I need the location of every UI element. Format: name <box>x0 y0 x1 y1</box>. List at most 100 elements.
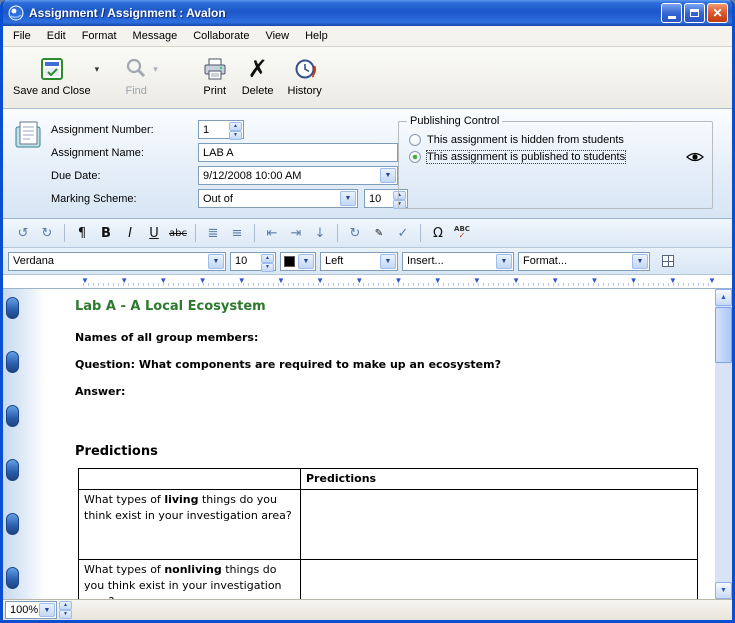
menu-file[interactable]: File <box>5 28 39 44</box>
insert-dropdown-icon[interactable]: ▼ <box>496 254 512 269</box>
scrollbar-thumb[interactable] <box>715 307 732 363</box>
delete-button[interactable]: ✗ Delete <box>238 53 278 100</box>
alignment-dropdown-icon[interactable]: ▼ <box>380 254 396 269</box>
menu-message[interactable]: Message <box>125 28 186 44</box>
ruler[interactable]: ▼▼▼▼▼▼▼▼▼▼▼▼▼▼▼▼▼ <box>3 275 732 289</box>
marking-scheme-combo[interactable]: Out of ▼ <box>198 189 358 208</box>
menu-format[interactable]: Format <box>74 28 125 44</box>
indent-icon[interactable]: ⇥ <box>285 223 307 243</box>
assignment-number-spin-buttons[interactable]: ▲▼ <box>229 122 242 137</box>
assignment-name-input[interactable]: LAB A <box>198 143 398 162</box>
binding-ring <box>6 459 19 481</box>
menu-collaborate[interactable]: Collaborate <box>185 28 257 44</box>
alignment-combo[interactable]: Left ▼ <box>320 252 398 271</box>
redo-icon[interactable]: ↻ <box>36 223 58 243</box>
format-dropdown-icon[interactable]: ▼ <box>632 254 648 269</box>
answer-cell[interactable] <box>301 560 698 600</box>
minimize-icon <box>668 16 676 19</box>
font-color-combo[interactable]: ▼ <box>280 252 316 271</box>
find-button[interactable]: Find <box>119 53 153 100</box>
accept-check-icon[interactable]: ✓ <box>392 223 414 243</box>
save-and-close-button[interactable]: Save and Close <box>9 53 95 100</box>
maximize-button[interactable] <box>684 3 705 23</box>
font-size-spinner[interactable]: 10 ▲▼ <box>230 252 276 271</box>
font-color-dropdown-icon[interactable]: ▼ <box>298 254 314 269</box>
special-characters-icon[interactable]: Ω <box>427 223 449 243</box>
font-family-combo[interactable]: Verdana ▼ <box>8 252 226 271</box>
assignment-number-spinner[interactable]: 1 ▲▼ <box>198 120 244 139</box>
question-cell-nonliving[interactable]: What types of nonliving things do you th… <box>79 560 301 600</box>
spellcheck-icon[interactable]: ABC✓ <box>451 223 473 243</box>
line-spacing-icon[interactable]: ↓ <box>309 223 331 243</box>
insert-combo[interactable]: Insert... ▼ <box>402 252 514 271</box>
font-family-dropdown-icon[interactable]: ▼ <box>208 254 224 269</box>
undo-icon[interactable]: ↺ <box>12 223 34 243</box>
table-header-predictions: Predictions <box>301 469 698 490</box>
minimize-button[interactable] <box>661 3 682 23</box>
assignment-number-label: Assignment Number: <box>51 124 198 136</box>
assignment-name-label: Assignment Name: <box>51 147 198 159</box>
document-area[interactable]: Lab A - A Local Ecosystem Names of all g… <box>3 289 732 599</box>
binding-ring <box>6 351 19 373</box>
history-label: History <box>288 85 322 97</box>
color-swatch <box>284 256 295 267</box>
table-row: What types of living things do you think… <box>79 490 698 560</box>
predictions-table[interactable]: Predictions What types of living things … <box>78 468 698 599</box>
scroll-up-button[interactable]: ▲ <box>715 289 732 306</box>
scroll-down-button[interactable]: ▼ <box>715 582 732 599</box>
binding-ring <box>6 513 19 535</box>
question-text: Question: What components are required t… <box>75 358 710 371</box>
question-cell-living[interactable]: What types of living things do you think… <box>79 490 301 560</box>
history-button[interactable]: History <box>284 53 326 100</box>
menu-edit[interactable]: Edit <box>39 28 74 44</box>
close-button[interactable]: ✕ <box>707 3 728 23</box>
outdent-icon[interactable]: ⇤ <box>261 223 283 243</box>
due-date-dropdown-icon[interactable]: ▼ <box>380 168 396 183</box>
save-and-close-label: Save and Close <box>13 85 91 97</box>
due-date-value: 9/12/2008 10:00 AM <box>203 170 301 182</box>
print-label: Print <box>203 85 226 97</box>
ruler-ticks: ▼▼▼▼▼▼▼▼▼▼▼▼▼▼▼▼▼ <box>81 275 716 287</box>
marking-scheme-dropdown-icon[interactable]: ▼ <box>340 191 356 206</box>
zoom-value: 100% <box>10 604 38 616</box>
bullet-list-icon[interactable]: ≡ <box>226 223 248 243</box>
window-title: Assignment / Assignment : Avalon <box>29 6 661 20</box>
refresh-icon[interactable]: ↻ <box>344 223 366 243</box>
table-row: What types of nonliving things do you th… <box>79 560 698 600</box>
due-date-combo[interactable]: 9/12/2008 10:00 AM ▼ <box>198 166 398 185</box>
eye-icon <box>686 151 704 163</box>
save-close-dropdown-arrow[interactable]: ▾ <box>95 64 100 75</box>
notebook-binding <box>3 289 45 599</box>
menu-view[interactable]: View <box>257 28 297 44</box>
find-icon <box>123 56 149 82</box>
find-dropdown-arrow: ▾ <box>153 64 158 75</box>
table-header-row: Predictions <box>79 469 698 490</box>
print-button[interactable]: Print <box>198 53 232 100</box>
close-icon: ✕ <box>712 7 722 19</box>
zoom-stepper[interactable]: ▲▼ <box>59 601 72 619</box>
paragraph-icon[interactable]: ¶ <box>71 223 93 243</box>
assignment-form: Assignment Number: 1 ▲▼ Assignment Name:… <box>3 109 732 219</box>
answer-cell[interactable] <box>301 490 698 560</box>
font-size-spin-buttons[interactable]: ▲▼ <box>261 254 274 269</box>
bold-icon[interactable]: B <box>95 223 117 243</box>
underline-icon[interactable]: U <box>143 223 165 243</box>
zoom-select[interactable]: 100% ▼ <box>5 601 57 619</box>
radio-published-to-students[interactable]: This assignment is published to students <box>409 151 704 163</box>
assignment-number-value: 1 <box>203 124 209 136</box>
italic-icon[interactable]: I <box>119 223 141 243</box>
edit-pencil-icon[interactable]: ✎ <box>368 223 390 243</box>
menu-help[interactable]: Help <box>297 28 336 44</box>
format-combo[interactable]: Format... ▼ <box>518 252 650 271</box>
publishing-control-group: Publishing Control This assignment is hi… <box>398 115 713 209</box>
zoom-dropdown-icon[interactable]: ▼ <box>39 603 55 617</box>
table-grid-icon[interactable] <box>662 255 674 267</box>
numbered-list-icon[interactable]: ≣ <box>202 223 224 243</box>
document-body[interactable]: Lab A - A Local Ecosystem Names of all g… <box>75 299 710 599</box>
vertical-scrollbar[interactable]: ▲ ▼ <box>715 289 732 599</box>
strikethrough-icon[interactable]: abc <box>167 223 189 243</box>
radio-published-icon <box>409 151 421 163</box>
title-bar[interactable]: Assignment / Assignment : Avalon ✕ <box>3 0 732 26</box>
radio-hidden-from-students[interactable]: This assignment is hidden from students <box>409 134 704 146</box>
cell-text: What types of <box>84 493 164 506</box>
